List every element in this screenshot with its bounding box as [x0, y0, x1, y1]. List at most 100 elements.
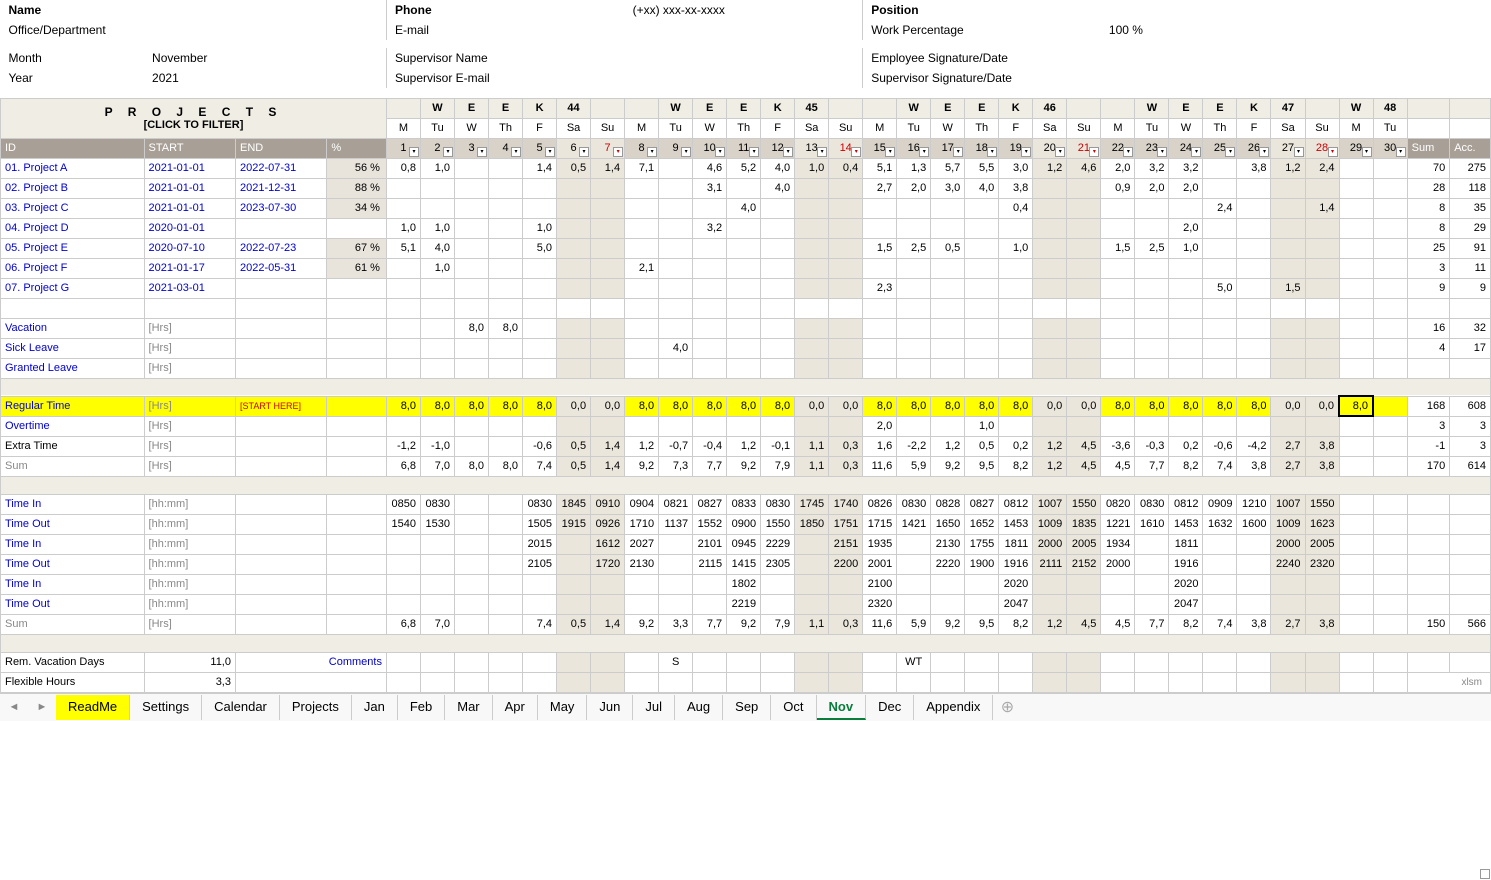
data-cell[interactable]: 2001 [863, 554, 897, 574]
day-num[interactable]: 3▾ [455, 138, 489, 158]
data-cell[interactable] [1271, 318, 1305, 338]
data-cell[interactable]: 1,4 [591, 436, 625, 456]
data-cell[interactable] [1237, 258, 1271, 278]
data-cell[interactable] [863, 258, 897, 278]
dropdown-arrow-icon[interactable]: ▾ [1372, 397, 1373, 415]
data-cell[interactable] [1169, 318, 1203, 338]
data-cell[interactable] [625, 416, 659, 436]
data-cell[interactable]: 1137 [659, 514, 693, 534]
col-end[interactable]: END▾ [235, 138, 326, 158]
data-cell[interactable] [863, 198, 897, 218]
data-cell[interactable] [523, 198, 557, 218]
data-cell[interactable] [727, 218, 761, 238]
day-num[interactable]: 10▾ [693, 138, 727, 158]
data-cell[interactable] [1373, 218, 1407, 238]
filter-icon[interactable]: ▾ [1259, 147, 1269, 157]
data-cell[interactable] [965, 218, 999, 238]
data-cell[interactable] [1203, 416, 1237, 436]
data-cell[interactable] [897, 358, 931, 378]
data-cell[interactable]: 8,0 [727, 396, 761, 416]
data-cell[interactable]: 8,0 [659, 396, 693, 416]
filter-icon[interactable]: ▾ [987, 147, 997, 157]
comment-cell[interactable] [999, 652, 1033, 672]
data-cell[interactable] [1271, 178, 1305, 198]
data-cell[interactable]: 1,0 [420, 258, 454, 278]
data-cell[interactable]: 8,0 [863, 396, 897, 416]
data-cell[interactable] [591, 258, 625, 278]
data-cell[interactable] [795, 218, 829, 238]
data-cell[interactable] [999, 318, 1033, 338]
data-cell[interactable]: 1934 [1101, 534, 1135, 554]
data-cell[interactable] [1067, 416, 1101, 436]
filter-icon[interactable]: ▾ [681, 147, 691, 157]
data-cell[interactable] [965, 278, 999, 298]
data-cell[interactable] [1373, 178, 1407, 198]
data-cell[interactable] [489, 198, 523, 218]
data-cell[interactable] [897, 534, 931, 554]
data-cell[interactable]: -4,2 [1237, 436, 1271, 456]
data-cell[interactable] [693, 198, 727, 218]
data-cell[interactable]: 2,3 [863, 278, 897, 298]
data-cell[interactable]: 2015 [523, 534, 557, 554]
data-cell[interactable]: 1,2 [931, 436, 965, 456]
data-cell[interactable]: 0,0 [591, 396, 625, 416]
data-cell[interactable] [727, 338, 761, 358]
data-cell[interactable] [659, 238, 693, 258]
data-cell[interactable] [1373, 494, 1407, 514]
data-cell[interactable] [489, 534, 523, 554]
data-cell[interactable] [829, 416, 863, 436]
data-cell[interactable]: 2320 [863, 594, 897, 614]
data-cell[interactable] [659, 554, 693, 574]
filter-icon[interactable]: ▾ [1328, 147, 1338, 157]
data-cell[interactable] [761, 358, 795, 378]
data-cell[interactable]: 0909 [1203, 494, 1237, 514]
row-link[interactable]: 07. Project G [5, 282, 69, 294]
tab-jul[interactable]: Jul [633, 695, 675, 720]
data-cell[interactable]: 2,5 [897, 238, 931, 258]
filter-icon[interactable]: ▾ [1021, 147, 1031, 157]
data-cell[interactable] [931, 258, 965, 278]
data-cell[interactable] [1101, 258, 1135, 278]
data-cell[interactable]: 8,0 [1203, 396, 1237, 416]
data-cell[interactable] [761, 238, 795, 258]
active-cell[interactable]: 8,0▾8,04,83,20,0 [1339, 396, 1373, 416]
data-cell[interactable] [386, 594, 420, 614]
data-cell[interactable] [557, 358, 591, 378]
data-cell[interactable]: 0,0 [557, 396, 591, 416]
data-cell[interactable]: 2130 [625, 554, 659, 574]
data-cell[interactable]: 1505 [523, 514, 557, 534]
data-cell[interactable] [1135, 534, 1169, 554]
data-cell[interactable] [1135, 416, 1169, 436]
data-cell[interactable] [1033, 178, 1067, 198]
data-cell[interactable] [1067, 198, 1101, 218]
data-cell[interactable] [1135, 554, 1169, 574]
data-cell[interactable] [761, 338, 795, 358]
data-cell[interactable] [897, 198, 931, 218]
row-link[interactable]: 01. Project A [5, 162, 67, 174]
filter-icon[interactable]: ▾ [817, 147, 827, 157]
data-cell[interactable]: 4,5 [1101, 456, 1135, 476]
data-cell[interactable] [523, 338, 557, 358]
data-cell[interactable]: 1835 [1067, 514, 1101, 534]
data-cell[interactable] [591, 574, 625, 594]
data-cell[interactable]: 0830 [897, 494, 931, 514]
data-cell[interactable]: 8,0 [523, 396, 557, 416]
data-cell[interactable] [1271, 198, 1305, 218]
data-cell[interactable]: 1850 [795, 514, 829, 534]
data-cell[interactable] [386, 416, 420, 436]
data-cell[interactable]: 0826 [863, 494, 897, 514]
data-cell[interactable]: 1,0 [386, 218, 420, 238]
data-cell[interactable] [1033, 416, 1067, 436]
data-cell[interactable]: 8,0 [386, 396, 420, 416]
empsig-line[interactable] [1101, 48, 1407, 68]
data-cell[interactable] [523, 178, 557, 198]
data-cell[interactable] [1237, 278, 1271, 298]
data-cell[interactable]: 1,2 [1033, 436, 1067, 456]
data-cell[interactable]: 0820 [1101, 494, 1135, 514]
data-cell[interactable]: 1,6 [863, 436, 897, 456]
data-cell[interactable] [693, 278, 727, 298]
data-cell[interactable] [693, 358, 727, 378]
data-cell[interactable]: 8,0 [693, 396, 727, 416]
data-cell[interactable] [727, 258, 761, 278]
tab-apr[interactable]: Apr [493, 695, 538, 720]
